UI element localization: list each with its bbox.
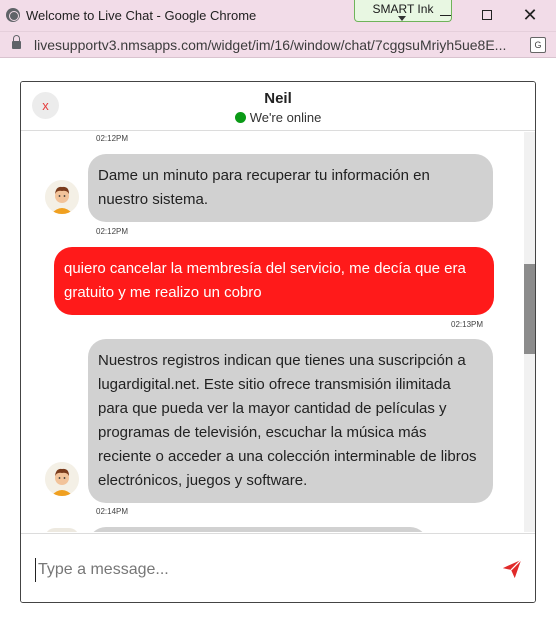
translate-icon[interactable]: G <box>530 37 546 53</box>
agent-message-bubble-partial <box>88 527 428 532</box>
chrome-page-icon <box>6 8 20 22</box>
window-close-button[interactable]: ✕ <box>520 5 540 25</box>
send-icon[interactable] <box>501 558 523 580</box>
status-line: We're online <box>21 110 535 125</box>
chevron-down-icon <box>398 16 406 21</box>
message-list[interactable]: 02:12PM Dame un minuto para recuperar tu… <box>21 132 535 532</box>
agent-message-bubble: Dame un minuto para recuperar tu informa… <box>88 154 493 222</box>
agent-name: Neil <box>264 90 292 107</box>
agent-message-bubble: Nuestros registros indican que tienes un… <box>88 339 493 503</box>
address-bar[interactable]: livesupportv3.nmsapps.com/widget/im/16/w… <box>0 32 556 58</box>
message-composer <box>21 533 535 602</box>
url-text[interactable]: livesupportv3.nmsapps.com/widget/im/16/w… <box>34 37 520 53</box>
message-time: 02:12PM <box>96 227 129 236</box>
browser-titlebar: Welcome to Live Chat - Google Chrome SMA… <box>0 0 556 32</box>
agent-avatar <box>45 462 79 496</box>
agent-avatar-icon <box>45 462 79 496</box>
agent-avatar-icon <box>45 180 79 214</box>
agent-avatar-partial <box>45 528 79 532</box>
message-input[interactable] <box>35 558 475 582</box>
maximize-button[interactable] <box>482 10 492 20</box>
agent-avatar <box>45 180 79 214</box>
message-time: 02:12PM <box>96 134 129 143</box>
message-time: 02:13PM <box>451 320 484 329</box>
scrollbar-thumb[interactable] <box>524 264 535 354</box>
status-text: We're online <box>249 110 322 125</box>
online-status-icon <box>234 112 246 123</box>
lock-icon <box>12 35 21 49</box>
message-time: 02:14PM <box>96 507 129 516</box>
smart-ink-label: SMART Ink <box>372 2 434 16</box>
smart-ink-toolbar[interactable]: SMART Ink <box>354 0 452 22</box>
minimize-button[interactable] <box>440 15 451 16</box>
chat-widget: x Neil We're online 02:12PM Dame un minu… <box>20 81 536 603</box>
chat-header: x Neil We're online <box>21 82 535 131</box>
window-title: Welcome to Live Chat - Google Chrome <box>26 8 257 23</box>
user-message-bubble: quiero cancelar la membresía del servici… <box>54 247 494 315</box>
